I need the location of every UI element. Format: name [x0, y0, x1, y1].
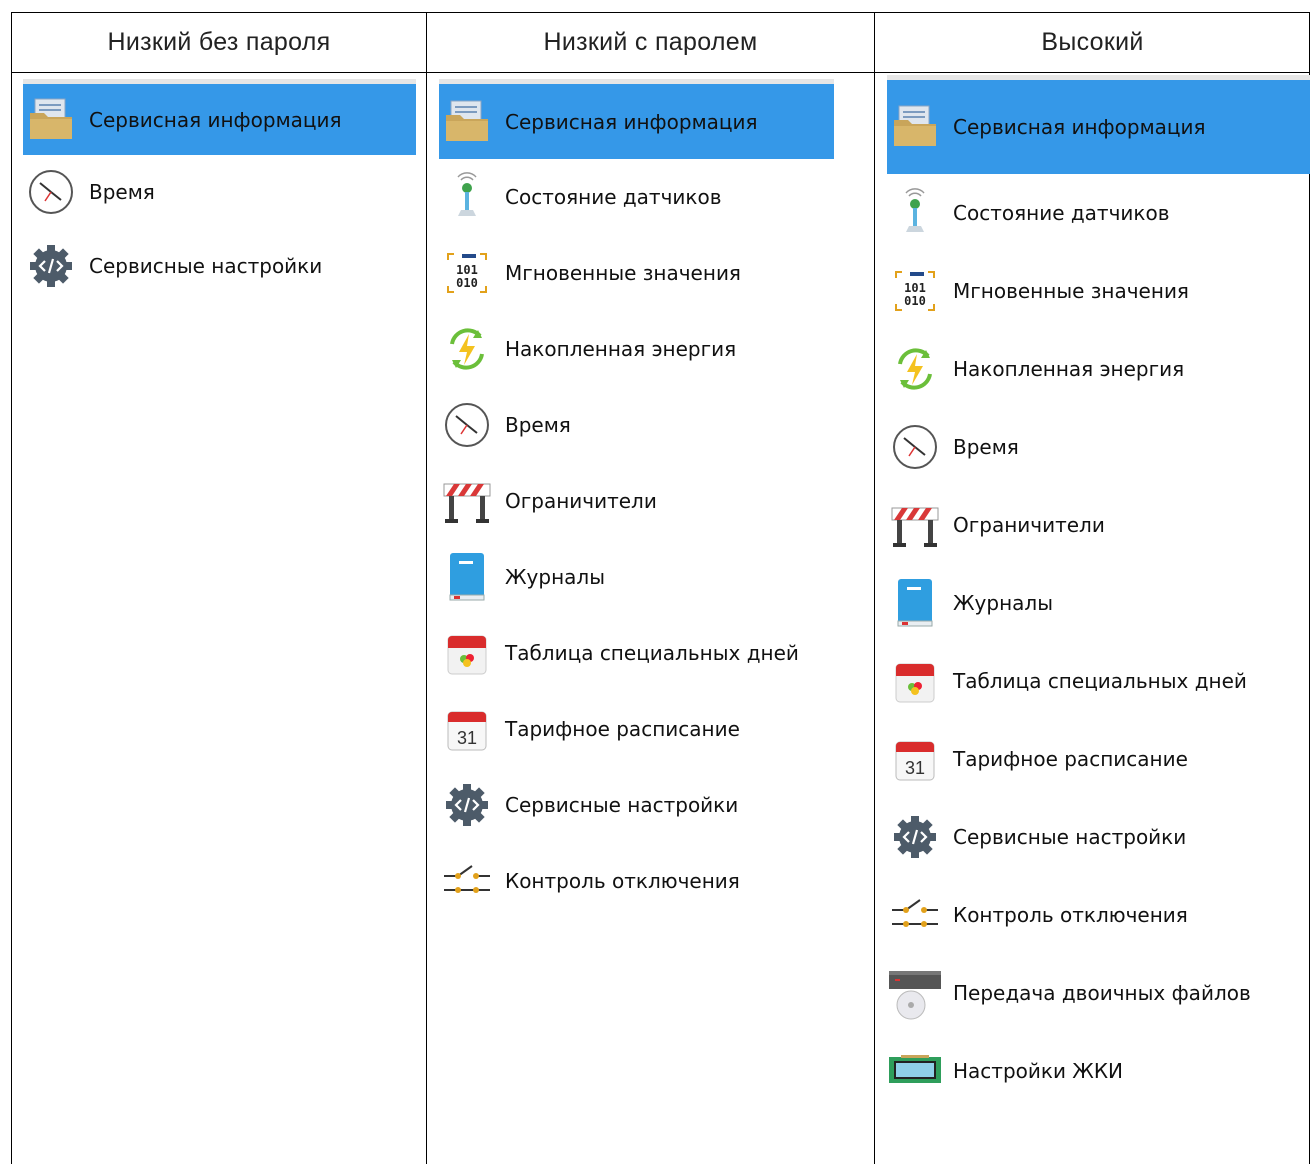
switch-icon: [439, 853, 495, 909]
menu-item-label: Состояние датчиков: [505, 185, 722, 209]
svg-text:101: 101: [456, 263, 478, 277]
column-high: Высокий Сервисная информация Состояние д…: [874, 13, 1310, 1164]
menu-item-label: Таблица специальных дней: [953, 669, 1247, 693]
calendar-balloons-icon: [887, 653, 943, 709]
menu-item[interactable]: Журналы: [439, 539, 834, 615]
menu-item[interactable]: Время: [23, 155, 416, 229]
menu-item[interactable]: Состояние датчиков: [439, 159, 834, 235]
folder-icon: [439, 94, 495, 150]
menu-item[interactable]: Накопленная энергия: [887, 330, 1310, 408]
menu-item-label: Сервисная информация: [505, 109, 758, 134]
svg-text:101: 101: [904, 281, 926, 295]
menu-item-label: Накопленная энергия: [505, 337, 737, 361]
menu-item-label: Время: [953, 435, 1019, 459]
menu-item-label: Тарифное расписание: [953, 747, 1188, 771]
sensor-icon: [439, 169, 495, 225]
switch-icon: [887, 887, 943, 943]
column-header: Высокий: [875, 13, 1310, 73]
binary-icon: 101 010: [887, 263, 943, 319]
energy-icon: [439, 321, 495, 377]
menu-item[interactable]: Сервисные настройки: [23, 229, 416, 303]
menu-item[interactable]: 101 010 Мгновенные значения: [439, 235, 834, 311]
access-levels-table: Низкий без пароля Сервисная информация В…: [11, 12, 1310, 1164]
calendar-balloons-icon: [439, 625, 495, 681]
disk-drive-icon: [887, 965, 943, 1021]
menu-item-label: Мгновенные значения: [505, 261, 741, 285]
svg-text:31: 31: [905, 758, 925, 778]
book-icon: [887, 575, 943, 631]
menu-item-label: Сервисные настройки: [89, 254, 323, 278]
calendar-31-icon: 31: [887, 731, 943, 787]
menu-item-label: Сервисные настройки: [953, 825, 1187, 849]
gear-code-icon: [887, 809, 943, 865]
menu-item[interactable]: Ограничители: [439, 463, 834, 539]
lcd-icon: [887, 1043, 943, 1099]
binary-icon: 101 010: [439, 245, 495, 301]
barrier-icon: [439, 473, 495, 529]
menu-item[interactable]: 31 Тарифное расписание: [439, 691, 834, 767]
gear-code-icon: [23, 238, 79, 294]
column-header: Низкий без пароля: [12, 13, 426, 73]
menu-item[interactable]: Контроль отключения: [887, 876, 1310, 954]
menu-item-label: Передача двоичных файлов: [953, 981, 1251, 1005]
menu-item[interactable]: Сервисная информация: [439, 79, 834, 159]
menu-item-label: Сервисная информация: [953, 115, 1206, 139]
menu-item[interactable]: Передача двоичных файлов: [887, 954, 1310, 1032]
menu-item-label: Состояние датчиков: [953, 201, 1170, 225]
menu-item[interactable]: Сервисные настройки: [887, 798, 1310, 876]
calendar-31-icon: 31: [439, 701, 495, 757]
menu-item-label: Контроль отключения: [505, 869, 740, 893]
menu-item-label: Журналы: [953, 591, 1053, 615]
sensor-icon: [887, 185, 943, 241]
menu-item[interactable]: Сервисная информация: [23, 79, 416, 155]
menu-item[interactable]: Время: [439, 387, 834, 463]
svg-text:010: 010: [904, 294, 926, 308]
menu-item[interactable]: Ограничители: [887, 486, 1310, 564]
menu-list: Сервисная информация Состояние датчиков …: [439, 79, 834, 919]
clock-icon: [439, 397, 495, 453]
clock-icon: [887, 419, 943, 475]
menu-item[interactable]: Накопленная энергия: [439, 311, 834, 387]
menu-item[interactable]: Сервисные настройки: [439, 767, 834, 843]
column-header: Низкий с паролем: [427, 13, 874, 73]
menu-item-label: Таблица специальных дней: [505, 641, 799, 665]
menu-item[interactable]: Журналы: [887, 564, 1310, 642]
menu-item-label: Сервисная информация: [89, 107, 342, 132]
menu-list: Сервисная информация Состояние датчиков …: [887, 75, 1310, 1110]
menu-list: Сервисная информация Время Сервисные нас…: [23, 79, 416, 303]
menu-item-label: Ограничители: [953, 513, 1105, 537]
menu-item[interactable]: Таблица специальных дней: [887, 642, 1310, 720]
energy-icon: [887, 341, 943, 397]
menu-item-label: Ограничители: [505, 489, 657, 513]
menu-item[interactable]: Состояние датчиков: [887, 174, 1310, 252]
clock-icon: [23, 164, 79, 220]
svg-text:31: 31: [457, 728, 477, 748]
menu-item[interactable]: Настройки ЖКИ: [887, 1032, 1310, 1110]
svg-text:010: 010: [456, 276, 478, 290]
menu-item[interactable]: Таблица специальных дней: [439, 615, 834, 691]
menu-item[interactable]: Время: [887, 408, 1310, 486]
menu-item-label: Настройки ЖКИ: [953, 1059, 1124, 1083]
menu-item[interactable]: 31 Тарифное расписание: [887, 720, 1310, 798]
menu-item-label: Время: [505, 413, 571, 437]
menu-item[interactable]: Контроль отключения: [439, 843, 834, 919]
menu-item-label: Сервисные настройки: [505, 793, 739, 817]
menu-item[interactable]: Сервисная информация: [887, 75, 1310, 174]
menu-item-label: Мгновенные значения: [953, 279, 1189, 303]
menu-item-label: Контроль отключения: [953, 903, 1188, 927]
menu-item-label: Тарифное расписание: [505, 717, 740, 741]
column-low-with-password: Низкий с паролем Сервисная информация Со…: [426, 13, 874, 1164]
menu-item-label: Накопленная энергия: [953, 357, 1185, 381]
folder-icon: [23, 92, 79, 148]
menu-item[interactable]: 101 010 Мгновенные значения: [887, 252, 1310, 330]
menu-item-label: Журналы: [505, 565, 605, 589]
gear-code-icon: [439, 777, 495, 833]
menu-item-label: Время: [89, 180, 155, 204]
book-icon: [439, 549, 495, 605]
barrier-icon: [887, 497, 943, 553]
folder-icon: [887, 99, 943, 155]
column-low-no-password: Низкий без пароля Сервисная информация В…: [12, 13, 426, 1164]
